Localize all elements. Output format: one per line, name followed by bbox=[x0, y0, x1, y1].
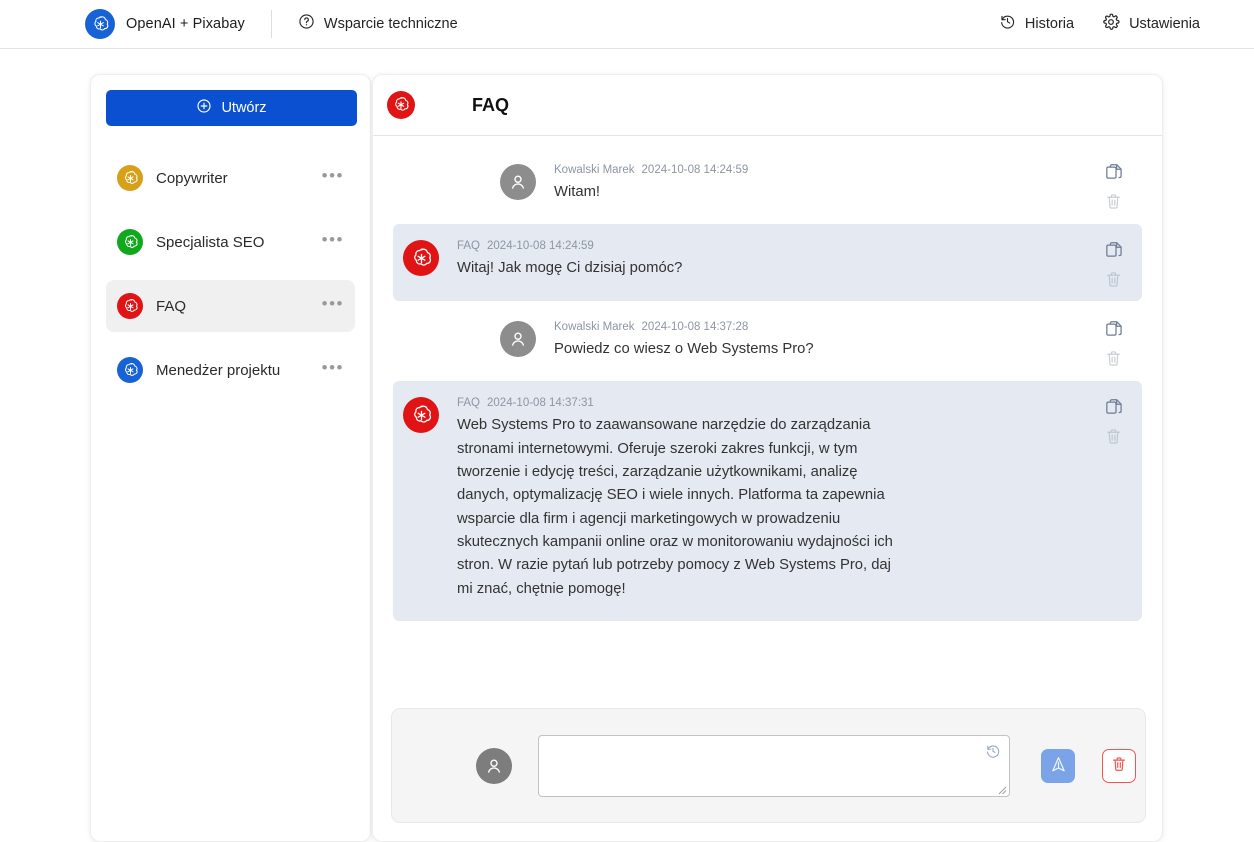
copy-icon[interactable] bbox=[1104, 397, 1124, 417]
plus-circle-icon bbox=[196, 98, 212, 118]
sidebar-item-menu-icon[interactable]: ••• bbox=[322, 359, 344, 382]
openai-logo-icon bbox=[117, 229, 143, 255]
create-button-label: Utwórz bbox=[221, 100, 267, 116]
message-row: Kowalski Marek 2024-10-08 14:24:59 Witam! bbox=[393, 150, 1142, 218]
history-icon bbox=[999, 13, 1016, 35]
message-meta: Kowalski Marek 2024-10-08 14:37:28 bbox=[554, 321, 1062, 333]
message-author: Kowalski Marek bbox=[554, 320, 635, 333]
restore-history-icon[interactable] bbox=[985, 743, 1001, 764]
message-body: Kowalski Marek 2024-10-08 14:37:28 Powied… bbox=[554, 321, 1142, 361]
message-meta: FAQ 2024-10-08 14:24:59 bbox=[457, 240, 1062, 252]
sidebar-item-menu-icon[interactable]: ••• bbox=[322, 231, 344, 254]
sidebar-item-label: Copywriter bbox=[156, 169, 228, 187]
message-timestamp: 2024-10-08 14:24:59 bbox=[641, 164, 749, 176]
agent-list: Copywriter ••• Specjalista SEO ••• FAQ •… bbox=[106, 152, 355, 396]
sidebar: Utwórz Copywriter ••• Specjalista SEO ••… bbox=[90, 74, 371, 842]
message-timestamp: 2024-10-08 14:24:59 bbox=[487, 240, 594, 253]
settings-label: Ustawienia bbox=[1129, 16, 1200, 32]
composer-input-wrap bbox=[538, 734, 1010, 797]
openai-logo-icon bbox=[117, 357, 143, 383]
composer bbox=[373, 708, 1162, 841]
message-meta: FAQ 2024-10-08 14:37:31 bbox=[457, 397, 1062, 409]
sidebar-item-label: Menedżer projektu bbox=[156, 361, 281, 379]
gear-icon bbox=[1102, 13, 1120, 36]
sidebar-item-menu-icon[interactable]: ••• bbox=[322, 167, 344, 190]
message-row: FAQ 2024-10-08 14:37:31 Web Systems Pro t… bbox=[393, 381, 1142, 622]
sidebar-item-specjalista-seo[interactable]: Specjalista SEO ••• bbox=[106, 216, 355, 268]
page-shell: Utwórz Copywriter ••• Specjalista SEO ••… bbox=[0, 49, 1254, 842]
message-author: FAQ bbox=[457, 397, 481, 410]
copy-icon[interactable] bbox=[1104, 162, 1124, 182]
send-icon bbox=[1049, 755, 1068, 777]
openai-logo-icon bbox=[403, 240, 439, 277]
top-bar-right: Historia Ustawienia bbox=[999, 13, 1200, 36]
sidebar-item-faq[interactable]: FAQ ••• bbox=[106, 280, 355, 332]
trash-icon[interactable] bbox=[1104, 349, 1124, 369]
history-link[interactable]: Historia bbox=[999, 13, 1074, 35]
message-body: Kowalski Marek 2024-10-08 14:24:59 Witam! bbox=[554, 164, 1142, 204]
send-button[interactable] bbox=[1041, 748, 1075, 783]
message-text: Witaj! Jak mogę Ci dzisiaj pomóc? bbox=[457, 260, 683, 277]
support-label: Wsparcie techniczne bbox=[323, 16, 458, 32]
chat-panel: FAQ Kowalski Marek 2024-10-08 14:24:59 Wi… bbox=[372, 74, 1163, 842]
question-circle-icon bbox=[298, 13, 315, 35]
message-timestamp: 2024-10-08 14:37:31 bbox=[487, 397, 594, 410]
composer-inner bbox=[391, 708, 1146, 823]
message-body: FAQ 2024-10-08 14:24:59 Witaj! Jak mogę C… bbox=[457, 240, 1142, 280]
chat-header: FAQ bbox=[373, 75, 1162, 136]
openai-logo-icon bbox=[85, 9, 115, 39]
message-author: FAQ bbox=[457, 240, 481, 253]
message-row: FAQ 2024-10-08 14:24:59 Witaj! Jak mogę C… bbox=[393, 224, 1142, 301]
message-actions bbox=[1104, 397, 1124, 447]
message-author: Kowalski Marek bbox=[554, 164, 635, 176]
openai-logo-icon bbox=[403, 397, 439, 434]
brand[interactable]: OpenAI + Pixabay bbox=[85, 0, 245, 48]
message-actions bbox=[1104, 319, 1124, 369]
copy-icon[interactable] bbox=[1104, 240, 1124, 260]
clear-conversation-button[interactable] bbox=[1102, 748, 1136, 783]
message-meta: Kowalski Marek 2024-10-08 14:24:59 bbox=[554, 164, 1062, 176]
message-actions bbox=[1104, 162, 1124, 212]
message-timestamp: 2024-10-08 14:37:28 bbox=[641, 320, 749, 333]
message-list: Kowalski Marek 2024-10-08 14:24:59 Witam! bbox=[373, 136, 1162, 709]
page-title: FAQ bbox=[472, 94, 510, 115]
copy-icon[interactable] bbox=[1104, 319, 1124, 339]
top-bar: OpenAI + Pixabay Wsparcie techniczne His bbox=[0, 0, 1254, 49]
message-text: Web Systems Pro to zaawansowane narzędzi… bbox=[457, 417, 893, 597]
trash-icon[interactable] bbox=[1104, 192, 1124, 212]
message-actions bbox=[1104, 240, 1124, 290]
trash-icon[interactable] bbox=[1104, 427, 1124, 447]
support-link[interactable]: Wsparcie techniczne bbox=[298, 13, 458, 35]
message-text: Witam! bbox=[554, 184, 601, 200]
create-button[interactable]: Utwórz bbox=[106, 90, 357, 126]
sidebar-item-menu-icon[interactable]: ••• bbox=[322, 295, 344, 318]
message-text: Powiedz co wiesz o Web Systems Pro? bbox=[554, 340, 814, 357]
brand-name: OpenAI + Pixabay bbox=[126, 16, 245, 32]
trash-icon[interactable] bbox=[1104, 270, 1124, 290]
sidebar-item-label: FAQ bbox=[156, 297, 187, 315]
trash-icon bbox=[1110, 755, 1128, 776]
sidebar-item-label: Specjalista SEO bbox=[156, 233, 265, 251]
openai-logo-icon bbox=[387, 91, 415, 119]
settings-link[interactable]: Ustawienia bbox=[1102, 13, 1200, 36]
openai-logo-icon bbox=[117, 293, 143, 319]
openai-logo-icon bbox=[117, 165, 143, 191]
message-row: Kowalski Marek 2024-10-08 14:37:28 Powied… bbox=[393, 307, 1142, 375]
header-divider bbox=[270, 10, 272, 38]
sidebar-item-menedzer-projektu[interactable]: Menedżer projektu ••• bbox=[106, 344, 355, 396]
message-input[interactable] bbox=[538, 734, 1010, 797]
user-avatar-icon bbox=[500, 164, 536, 200]
user-avatar-icon bbox=[476, 747, 512, 784]
message-body: FAQ 2024-10-08 14:37:31 Web Systems Pro t… bbox=[457, 397, 1142, 601]
sidebar-item-copywriter[interactable]: Copywriter ••• bbox=[106, 152, 355, 204]
user-avatar-icon bbox=[500, 320, 536, 357]
history-label: Historia bbox=[1024, 16, 1075, 32]
